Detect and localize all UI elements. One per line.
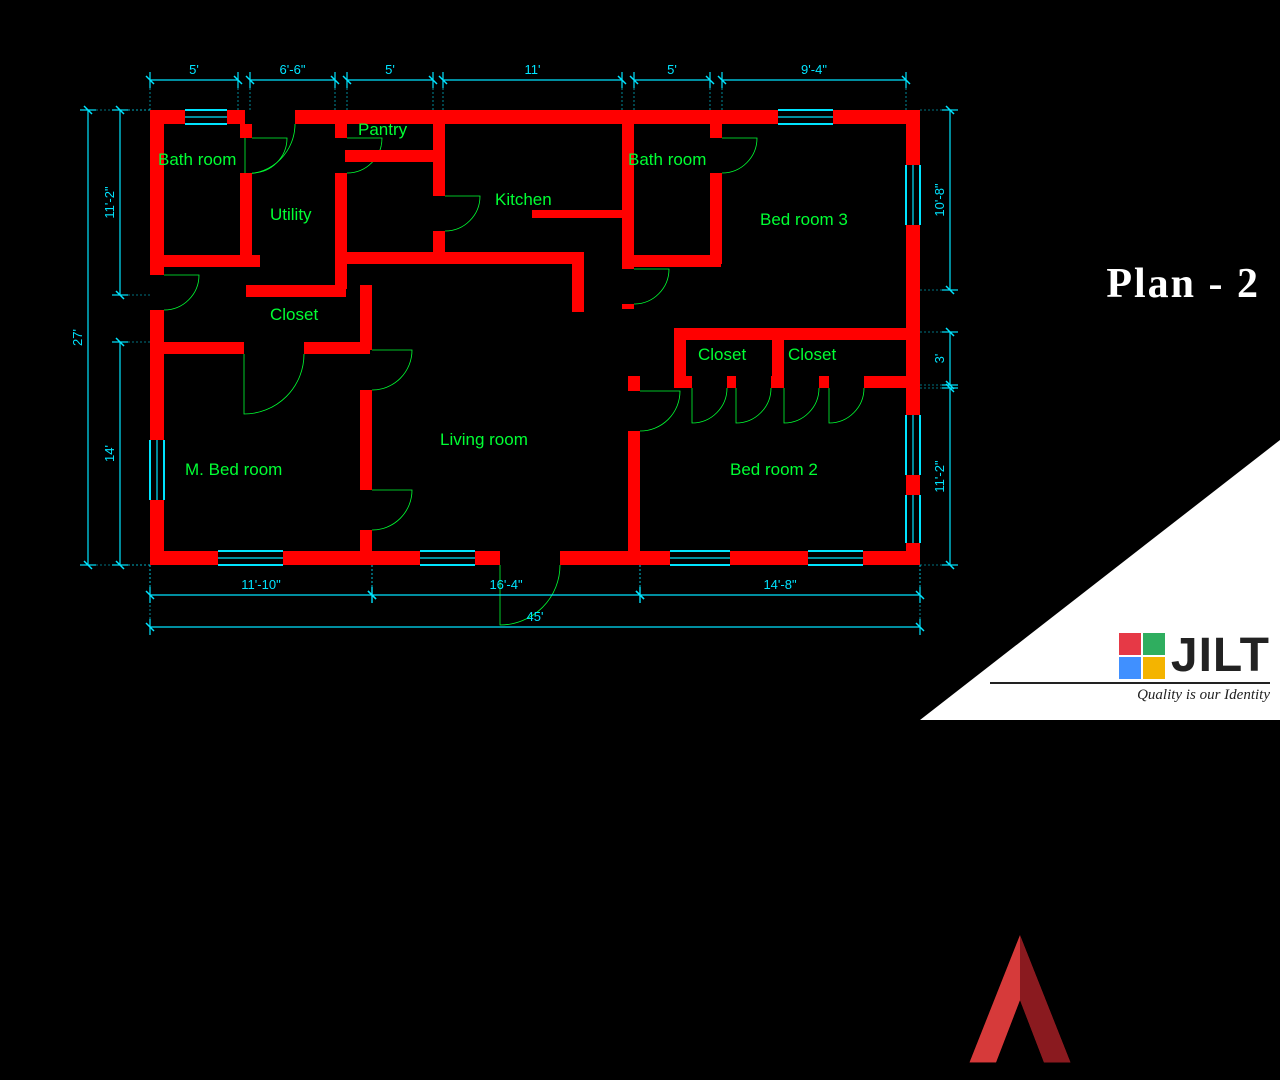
autocad-logo-icon [955, 920, 1085, 1080]
wall [164, 342, 244, 354]
wall [360, 390, 372, 490]
wall [628, 431, 640, 565]
jilt-brand-block: JILT Quality is our Identity [980, 627, 1280, 710]
wall [240, 124, 252, 138]
dimension-label: 9'-4" [801, 62, 827, 77]
room-label: Pantry [358, 120, 408, 139]
wall [360, 285, 372, 350]
room-label: Closet [788, 345, 836, 364]
door-arc [640, 391, 680, 431]
wall [150, 110, 164, 275]
room-label: Bath room [628, 150, 706, 169]
door-arc [372, 350, 412, 390]
wall [674, 328, 906, 340]
dimension-label: 5' [385, 62, 395, 77]
wall [710, 124, 722, 138]
door-arc [722, 138, 757, 173]
jilt-tagline: Quality is our Identity [990, 682, 1270, 704]
door-arc [829, 388, 864, 423]
wall [628, 376, 640, 391]
dimension-label: 11'-2" [102, 186, 117, 219]
wall [560, 551, 920, 565]
door-arc [634, 269, 669, 304]
room-label: Closet [698, 345, 746, 364]
room-label: Living room [440, 430, 528, 449]
wall [572, 252, 584, 312]
wall [864, 376, 906, 388]
room-label: Closet [270, 305, 318, 324]
wall [674, 376, 692, 388]
dimension-label: 6'-6" [280, 62, 306, 77]
floor-plan-canvas: Bath room Utility Pantry Kitchen Bath room Be… [0, 0, 1000, 720]
room-label: Bed room 2 [730, 460, 818, 479]
dimension-label: 27' [70, 329, 85, 346]
dimension-label: 11'-10" [241, 577, 281, 592]
wall [240, 173, 252, 264]
jilt-grid-icon [1119, 633, 1165, 679]
wall [532, 210, 622, 218]
wall [771, 376, 784, 388]
door-arc [164, 275, 199, 310]
wall [164, 255, 260, 267]
wall [819, 376, 829, 388]
door-arc [244, 354, 304, 414]
dimension-label: 5' [189, 62, 199, 77]
room-label: Kitchen [495, 190, 552, 209]
wall [710, 173, 722, 264]
door-arc [736, 388, 771, 423]
dimension-label: 10'-8" [932, 183, 947, 217]
wall [622, 124, 634, 269]
jilt-name: JILT [1171, 634, 1270, 677]
door-arc [372, 490, 412, 530]
wall [335, 173, 347, 289]
wall [674, 328, 686, 383]
wall [150, 310, 164, 565]
dimension-label: 45' [527, 609, 544, 624]
dimension-label: 14' [102, 445, 117, 462]
door-arc [784, 388, 819, 423]
wall [360, 530, 372, 565]
door-arc [692, 388, 727, 423]
room-label: M. Bed room [185, 460, 282, 479]
room-label: Bath room [158, 150, 236, 169]
dimension-label: 16'-4" [489, 577, 523, 592]
wall [772, 328, 784, 383]
wall [622, 304, 634, 309]
dimension-label: 5' [667, 62, 677, 77]
dimension-label: 3' [932, 354, 947, 364]
room-label: Bed room 3 [760, 210, 848, 229]
plan-title: Plan - 2 [1106, 260, 1260, 308]
door-arc [245, 124, 295, 174]
room-label: Utility [270, 205, 312, 224]
dimension-label: 14'-8" [763, 577, 797, 592]
wall [345, 150, 443, 162]
wall [345, 252, 580, 264]
wall [727, 376, 736, 388]
dimension-label: 11' [525, 62, 541, 77]
door-arc [445, 196, 480, 231]
wall [335, 124, 347, 138]
wall [633, 255, 721, 267]
wall [246, 285, 346, 297]
